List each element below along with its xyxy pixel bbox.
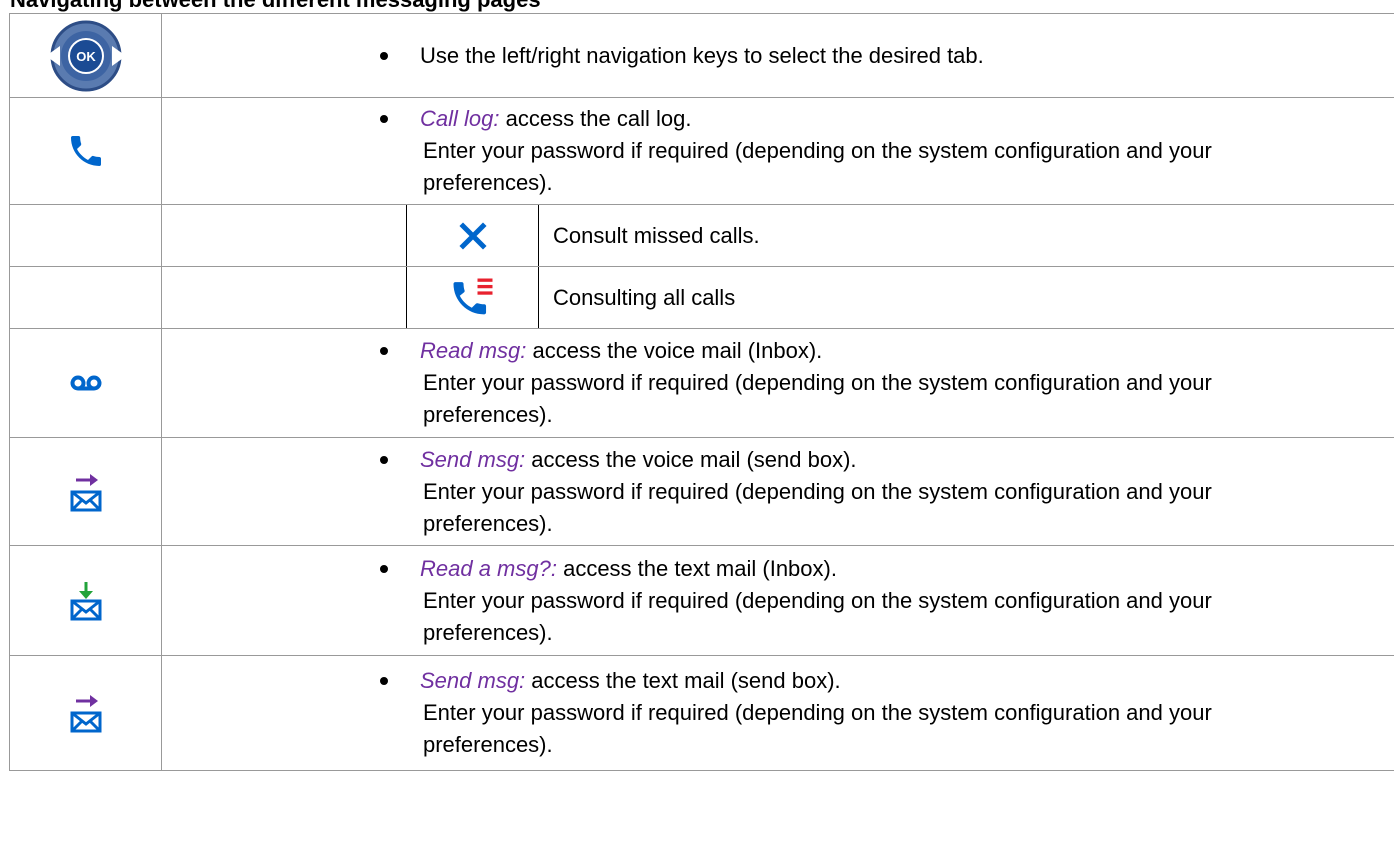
table-row: Read a msg?: access the text mail (Inbox… bbox=[9, 545, 1394, 656]
ok-navigator-icon: OK bbox=[45, 20, 126, 91]
read-msg-label: Read msg: bbox=[420, 338, 527, 363]
voicemail-icon bbox=[70, 375, 101, 391]
send-msg-text-label: Send msg: bbox=[420, 668, 526, 693]
phone-icon bbox=[70, 136, 101, 166]
receive-textmail-icon bbox=[70, 581, 101, 620]
nav-instruction: Use the left/right navigation keys to se… bbox=[420, 42, 984, 68]
section-heading: Navigating between the different messagi… bbox=[10, 0, 541, 13]
all-calls-icon bbox=[453, 278, 492, 314]
table-row: Consult missed calls. bbox=[9, 204, 1394, 267]
table-row: Send msg: access the voice mail (send bo… bbox=[9, 437, 1394, 546]
all-calls-text: Consulting all calls bbox=[553, 284, 736, 310]
table-row: Read msg: access the voice mail (Inbox).… bbox=[9, 328, 1394, 438]
table-row: Consulting all calls bbox=[9, 266, 1394, 329]
call-log-label: Call log: bbox=[420, 106, 500, 131]
read-a-msg-label: Read a msg?: bbox=[420, 555, 557, 581]
table-row: OK Use the left/right navigation keys to… bbox=[9, 13, 1394, 98]
table-row: Send msg: access the text mail (send box… bbox=[9, 655, 1394, 771]
send-voicemail-icon bbox=[70, 473, 101, 511]
navigation-table: OK Use the left/right navigation keys to… bbox=[9, 13, 1394, 771]
send-msg-label: Send msg: bbox=[420, 446, 526, 472]
svg-text:OK: OK bbox=[76, 49, 96, 64]
table-row: Call log: access the call log. Enter you… bbox=[9, 97, 1394, 205]
missed-calls-text: Consult missed calls. bbox=[553, 222, 760, 248]
send-textmail-icon bbox=[70, 695, 101, 733]
missed-calls-icon bbox=[458, 221, 487, 250]
